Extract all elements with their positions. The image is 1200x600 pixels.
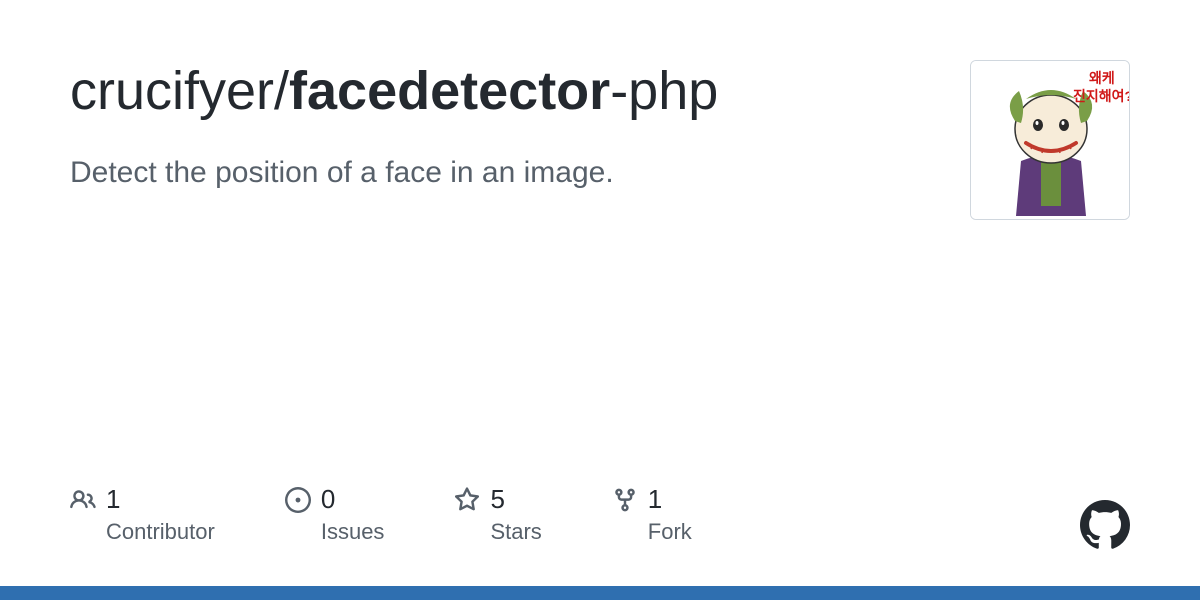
github-logo-icon bbox=[1080, 500, 1130, 550]
user-avatar: 왜케 진지해여? bbox=[970, 60, 1130, 220]
repo-description: Detect the position of a face in an imag… bbox=[70, 152, 940, 194]
repo-name-suffix: -php bbox=[610, 61, 718, 121]
issue-icon bbox=[285, 487, 311, 513]
repo-title: crucifyer/facedetector-php bbox=[70, 60, 940, 122]
contributors-count: 1 bbox=[106, 484, 120, 515]
svg-text:진지해여?: 진지해여? bbox=[1073, 88, 1130, 104]
people-icon bbox=[70, 487, 96, 513]
stats-row: 1 Contributor 0 Issues 5 Stars 1 Fork bbox=[70, 484, 1130, 545]
forks-count: 1 bbox=[648, 484, 662, 515]
repo-separator: / bbox=[274, 61, 289, 121]
stat-contributors: 1 Contributor bbox=[70, 484, 215, 545]
accent-bar bbox=[0, 586, 1200, 600]
stars-count: 5 bbox=[490, 484, 504, 515]
stat-issues: 0 Issues bbox=[285, 484, 385, 545]
issues-label: Issues bbox=[285, 519, 385, 545]
fork-icon bbox=[612, 487, 638, 513]
stars-label: Stars bbox=[454, 519, 541, 545]
stat-forks: 1 Fork bbox=[612, 484, 692, 545]
issues-count: 0 bbox=[321, 484, 335, 515]
repo-name-main: facedetector bbox=[289, 61, 610, 121]
stat-stars: 5 Stars bbox=[454, 484, 541, 545]
contributors-label: Contributor bbox=[70, 519, 215, 545]
forks-label: Fork bbox=[612, 519, 692, 545]
star-icon bbox=[454, 487, 480, 513]
repo-owner: crucifyer bbox=[70, 61, 274, 121]
svg-text:왜케: 왜케 bbox=[1089, 70, 1115, 86]
